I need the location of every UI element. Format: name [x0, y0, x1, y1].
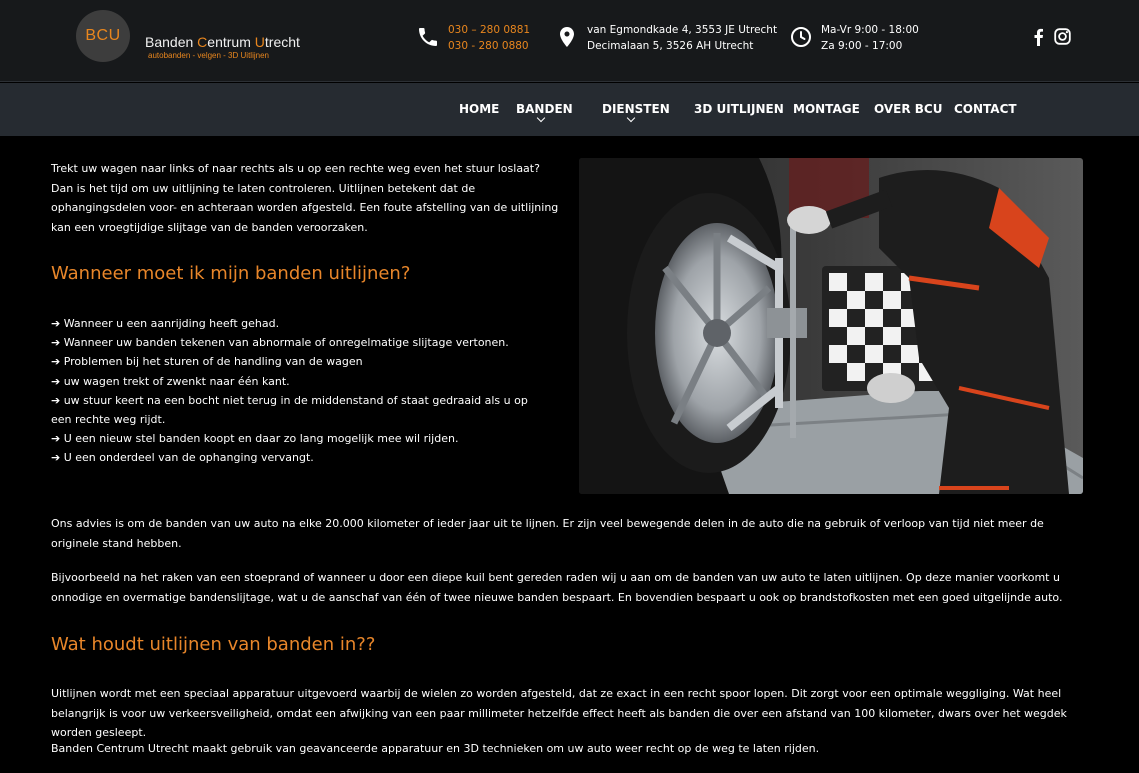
list-item: ➔ Wanneer u een aanrijding heeft gehad.: [51, 317, 280, 330]
phone-number-2[interactable]: 030 - 280 0880: [448, 38, 530, 54]
nav-banden[interactable]: BANDEN: [516, 102, 573, 116]
list-item: ➔ uw stuur keert na een bocht niet terug…: [51, 393, 528, 427]
nav-over-bcu[interactable]: OVER BCU: [874, 102, 942, 116]
heading-when-to-align: Wanneer moet ik mijn banden uitlijnen?: [51, 263, 411, 284]
logo-tagline: autobanden - velgen - 3D Uitlijnen: [148, 51, 269, 60]
nav-diensten[interactable]: DIENSTEN: [602, 102, 670, 116]
instagram-icon[interactable]: [1054, 28, 1071, 45]
list-item: ➔ uw wagen trekt of zwenkt naar één kant…: [51, 374, 290, 388]
nav-montage[interactable]: MONTAGE: [793, 102, 860, 116]
hours-weekdays: Ma-Vr 9:00 - 18:00: [821, 24, 919, 36]
reasons-list: ➔ Wanneer u een aanrijding heeft gehad. …: [51, 314, 541, 468]
list-item: ➔ Wanneer uw banden tekenen van abnormal…: [51, 336, 509, 350]
list-item: ➔ Problemen bij het sturen of de handlin…: [51, 355, 363, 369]
wheel-alignment-image: [579, 158, 1083, 494]
list-item: ➔ U een nieuw stel banden koopt en daar …: [51, 432, 459, 446]
closing-text: Banden Centrum Utrecht maakt gebruik van…: [51, 742, 820, 755]
clock-icon: [791, 27, 811, 47]
phone-icon: [419, 28, 437, 46]
advice-text: Ons advies is om de banden van uw auto n…: [51, 517, 1044, 550]
facebook-icon[interactable]: [1031, 28, 1045, 46]
main-nav: HOME BANDEN DIENSTEN 3D UITLIJNEN MONTAG…: [0, 83, 1139, 136]
hours-saturday: Za 9:00 - 17:00: [821, 40, 903, 52]
logo-badge: BCU: [76, 10, 130, 62]
page-content: Trekt uw wagen naar links of naar rechts…: [0, 137, 1139, 773]
wheel-alignment-photo: [579, 158, 1083, 494]
address-line-2: Decimalaan 5, 3526 AH Utrecht: [587, 40, 754, 52]
site-logo[interactable]: BCU Banden Centrum Utrecht autobanden - …: [76, 10, 316, 64]
map-pin-icon: [560, 27, 574, 47]
intro-text: Trekt uw wagen naar links of naar rechts…: [51, 162, 559, 234]
nav-3d-uitlijnen[interactable]: 3D UITLIJNEN: [694, 102, 784, 116]
logo-initials: BCU: [85, 27, 121, 44]
example-text: Bijvoorbeeld na het raken van een stoepr…: [51, 571, 1063, 604]
heading-what-is-alignment: Wat houdt uitlijnen van banden in??: [51, 634, 376, 655]
nav-contact[interactable]: CONTACT: [954, 102, 1017, 116]
address-line-1: van Egmondkade 4, 3553 JE Utrecht: [587, 24, 778, 36]
explanation-text: Uitlijnen wordt met een speciaal apparat…: [51, 687, 1067, 739]
top-bar: BCU Banden Centrum Utrecht autobanden - …: [0, 0, 1139, 82]
list-item: ➔ U een onderdeel van de ophanging verva…: [51, 451, 314, 465]
phone-number-1[interactable]: 030 – 280 0881: [448, 22, 530, 38]
nav-home[interactable]: HOME: [459, 102, 499, 116]
logo-name: Banden Centrum Utrecht: [145, 34, 300, 50]
